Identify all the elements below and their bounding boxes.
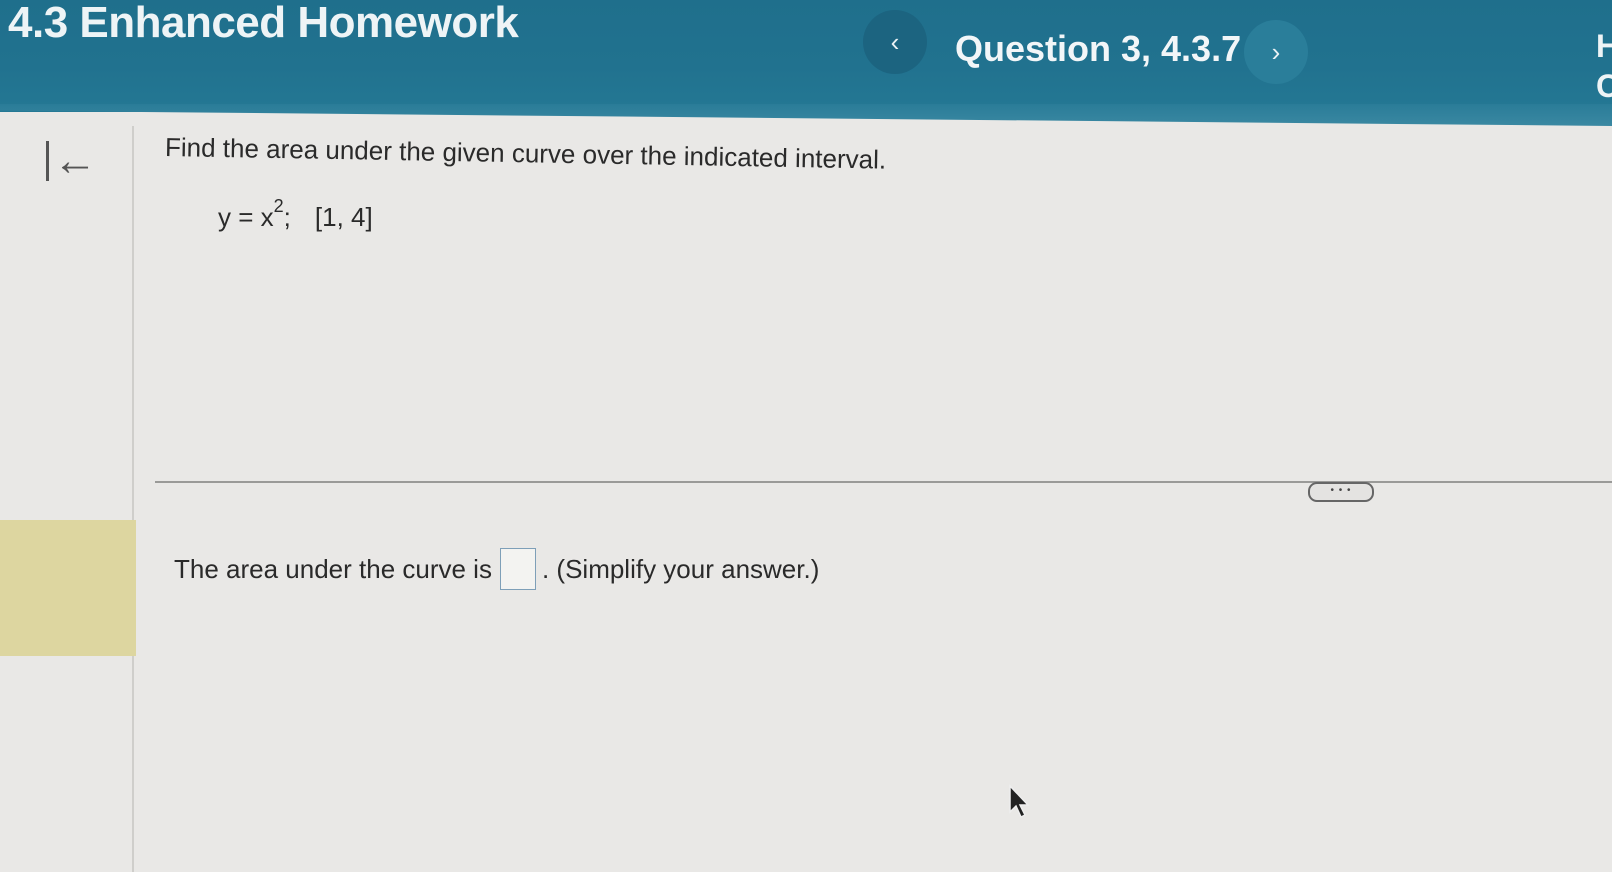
chevron-left-icon: ‹ bbox=[890, 26, 900, 57]
more-options-button[interactable]: • • • bbox=[1308, 482, 1374, 502]
answer-line: The area under the curve is . (Simplify … bbox=[174, 548, 819, 590]
chevron-right-icon: › bbox=[1271, 36, 1281, 67]
back-to-start-icon: ← bbox=[53, 136, 97, 185]
assignment-title: 4.3 Enhanced Homework bbox=[8, 0, 519, 47]
header-bottom-edge bbox=[0, 104, 1612, 126]
left-sidebar bbox=[0, 126, 134, 872]
equation-interval: [1, 4] bbox=[314, 202, 373, 232]
answer-prefix: The area under the curve is bbox=[174, 553, 492, 584]
question-label: Question 3, 4.3.7 bbox=[955, 28, 1242, 69]
answer-suffix: . (Simplify your answer.) bbox=[541, 553, 820, 584]
answer-input[interactable] bbox=[499, 548, 536, 590]
equation-separator: ; bbox=[283, 202, 291, 232]
back-to-start-button[interactable]: ← bbox=[46, 136, 106, 186]
previous-question-button[interactable]: ‹ bbox=[863, 10, 927, 74]
header-corner-text-2: C bbox=[1596, 68, 1612, 104]
sidebar-current-highlight bbox=[0, 520, 136, 656]
back-to-start-bar-icon bbox=[46, 141, 49, 181]
equation-base: y = x bbox=[218, 202, 274, 232]
section-divider bbox=[155, 481, 1612, 483]
header-corner-text-1: H bbox=[1596, 28, 1612, 64]
next-question-button[interactable]: › bbox=[1244, 20, 1308, 84]
equation-exponent: 2 bbox=[273, 196, 284, 216]
more-icon: • • • bbox=[1330, 485, 1352, 496]
question-equation: y = x2; [1, 4] bbox=[218, 196, 373, 233]
question-prompt: Find the area under the given curve over… bbox=[164, 132, 887, 175]
mouse-cursor-icon bbox=[1009, 784, 1030, 819]
header-corner-text: H C bbox=[1596, 26, 1612, 106]
header-bar: 4.3 Enhanced Homework ‹ Question 3, 4.3.… bbox=[0, 0, 1612, 112]
